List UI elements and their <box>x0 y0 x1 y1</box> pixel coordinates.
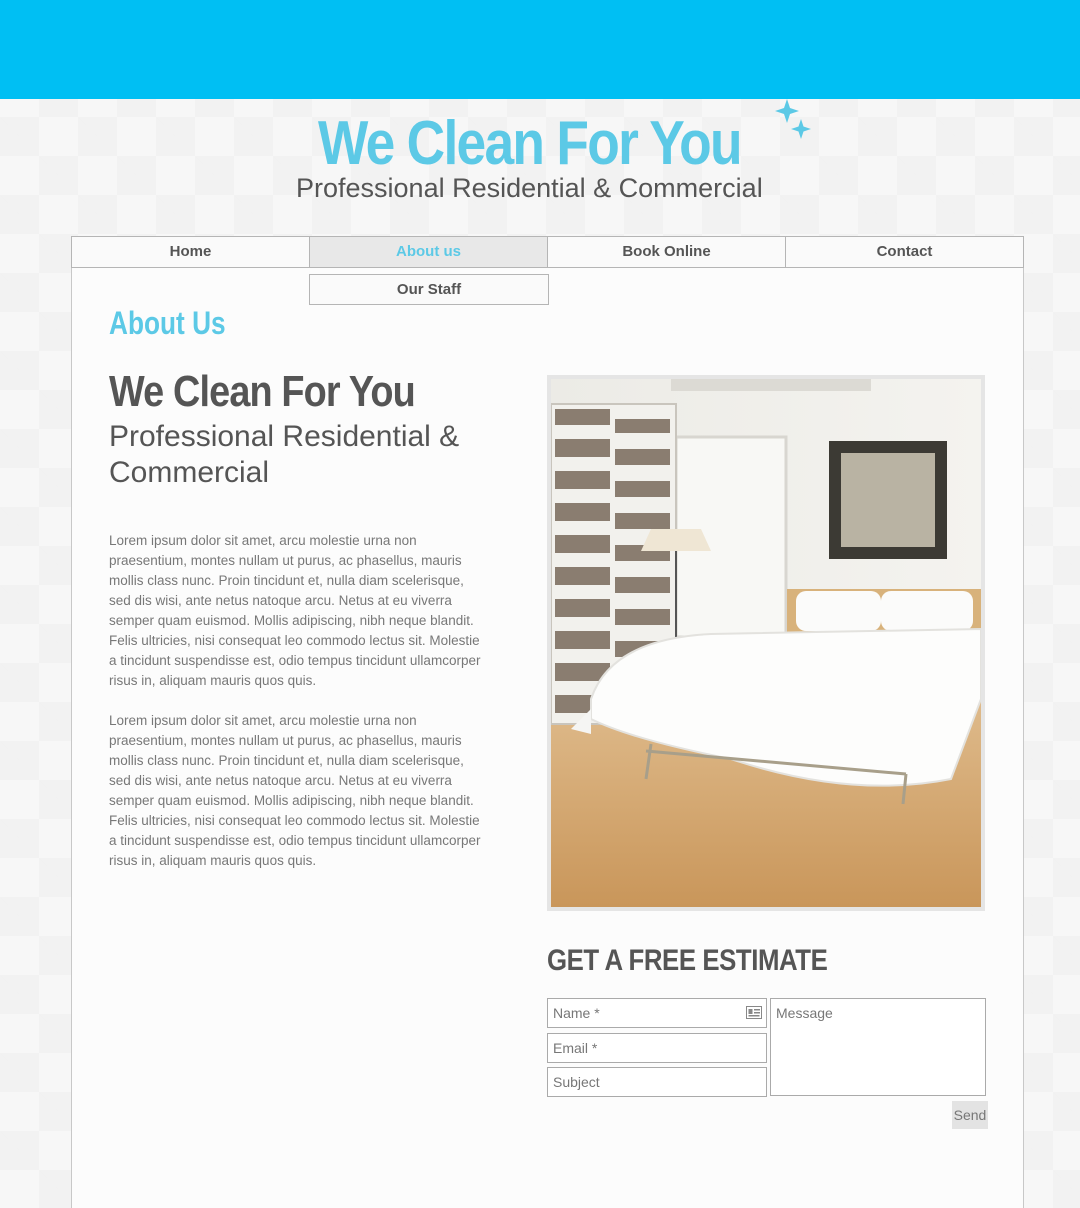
paragraph-2: Lorem ipsum dolor sit amet, arcu molesti… <box>109 713 481 868</box>
nav-item-about-us[interactable]: About us <box>310 237 548 267</box>
section-heading: About Us <box>109 305 226 341</box>
bedroom-photo-frame <box>547 375 985 911</box>
name-placeholder: Name * <box>553 1005 600 1021</box>
subject-placeholder: Subject <box>553 1074 600 1090</box>
nav-item-home[interactable]: Home <box>72 237 310 267</box>
content-subtitle: Professional Residential & Commercial <box>109 420 460 489</box>
email-field[interactable]: Email * <box>547 1033 767 1063</box>
message-field[interactable]: Message <box>770 998 986 1096</box>
site-logo[interactable]: We Clean For You Professional Residentia… <box>0 99 1080 229</box>
id-card-icon <box>746 1006 762 1019</box>
logo-subtitle: Professional Residential & Commercial <box>296 173 763 203</box>
paragraph-1: Lorem ipsum dolor sit amet, arcu molesti… <box>109 533 481 688</box>
nav-item-book-online[interactable]: Book Online <box>548 237 786 267</box>
message-placeholder: Message <box>776 1005 833 1021</box>
content-title: We Clean For You <box>109 367 416 416</box>
main-nav: Home About us Book Online Contact <box>71 236 1024 268</box>
subject-field[interactable]: Subject <box>547 1067 767 1097</box>
top-banner <box>0 0 1080 99</box>
sparkles-icon <box>775 99 811 139</box>
submenu-item-our-staff[interactable]: Our Staff <box>309 274 549 305</box>
name-field[interactable]: Name * <box>547 998 767 1028</box>
logo-title: We Clean For You <box>318 109 743 178</box>
send-button[interactable]: Send <box>952 1101 988 1129</box>
estimate-form-title: GET A FREE ESTIMATE <box>547 944 828 977</box>
nav-item-contact[interactable]: Contact <box>786 237 1023 267</box>
email-placeholder: Email * <box>553 1040 598 1056</box>
bedroom-photo <box>551 379 981 907</box>
